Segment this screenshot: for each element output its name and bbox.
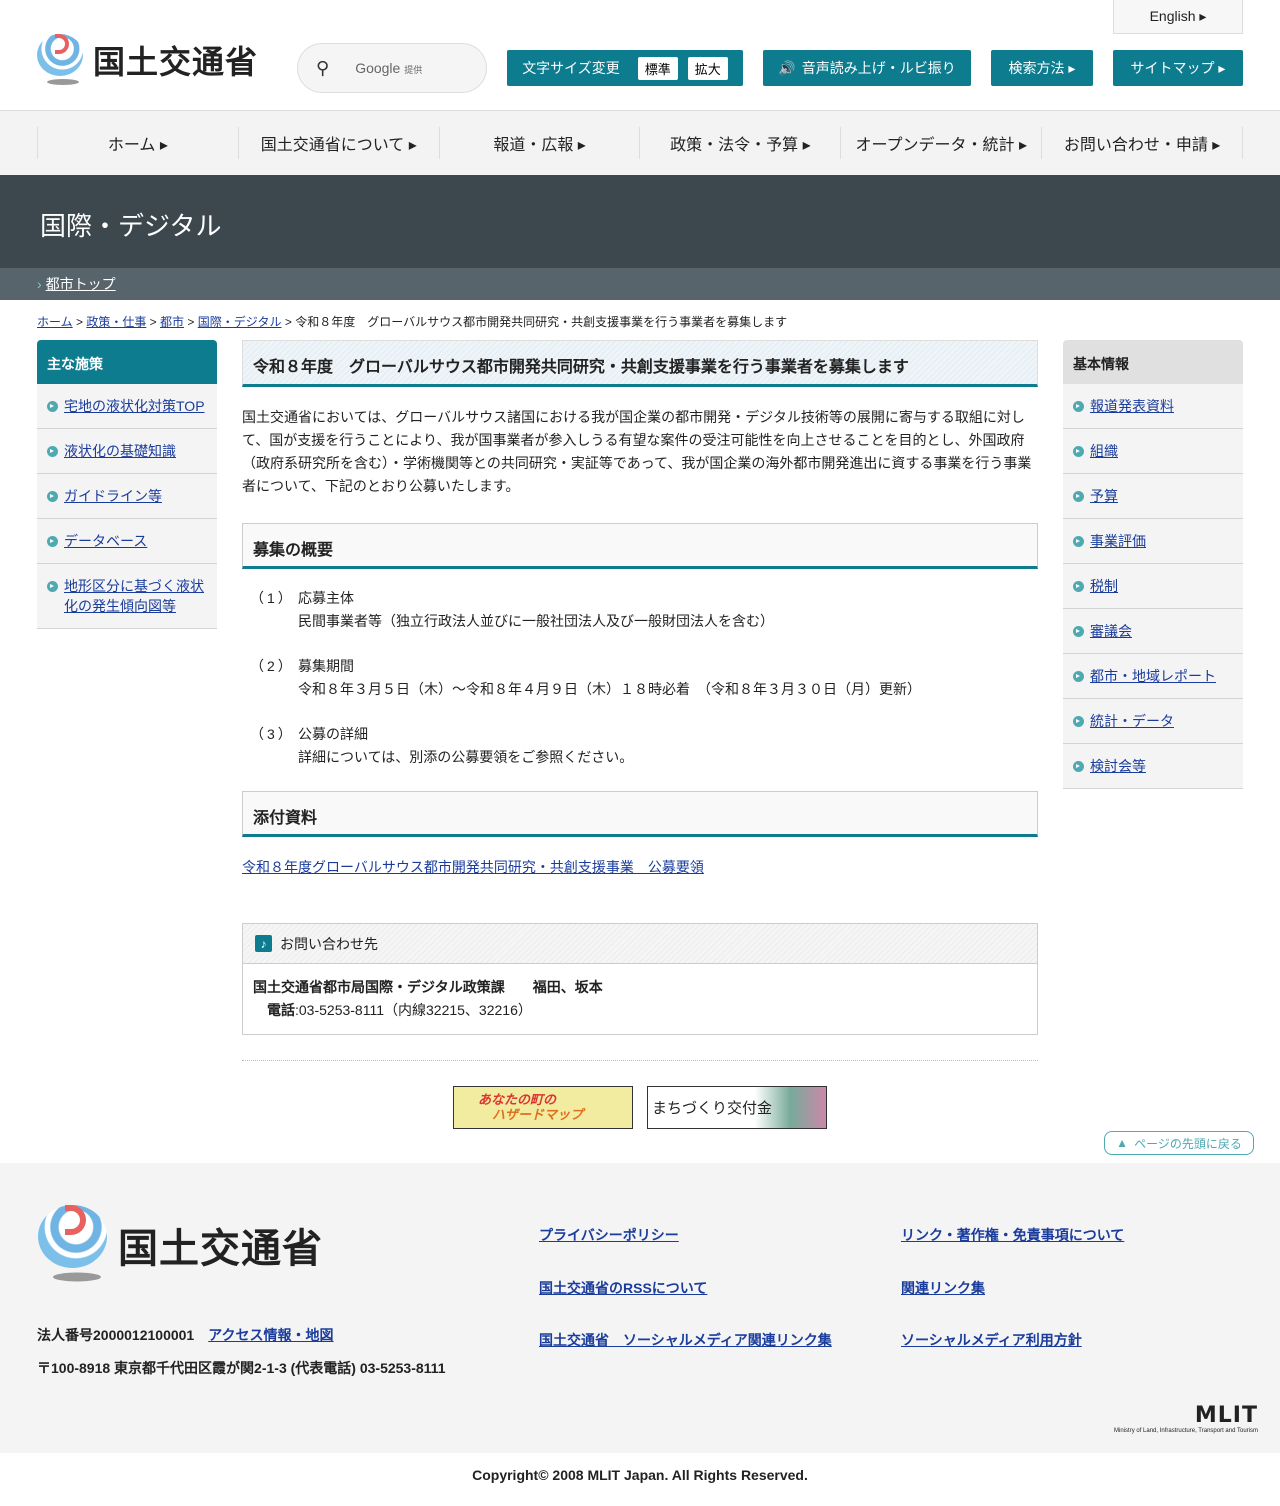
- arrow-circle-icon: [1073, 671, 1084, 682]
- section-heading-overview: 募集の概要: [242, 523, 1038, 569]
- font-large-button[interactable]: 拡大: [687, 56, 728, 80]
- header: 国土交通省 ⚲ Google 提供 English ▸ 文字サイズ変更 標準 拡…: [0, 0, 1280, 111]
- footer: 国土交通省 法人番号2000012100001 アクセス情報・地図 〒100-8…: [0, 1163, 1280, 1453]
- arrow-circle-icon: [1073, 536, 1084, 547]
- font-standard-button[interactable]: 標準: [637, 56, 678, 80]
- attachment-link[interactable]: 令和８年度グローバルサウス都市開発共同研究・共創支援事業 公募要領: [242, 859, 704, 875]
- sidebar-item[interactable]: 報道発表資料: [1063, 384, 1243, 429]
- speaker-icon: 🔊: [778, 59, 796, 76]
- sidebar-item[interactable]: 統計・データ: [1063, 699, 1243, 744]
- sidebar-item[interactable]: 審議会: [1063, 609, 1243, 654]
- access-map-link[interactable]: アクセス情報・地図: [208, 1327, 333, 1343]
- breadcrumb-home[interactable]: ホーム: [37, 315, 73, 329]
- arrow-circle-icon: [47, 446, 58, 457]
- breadcrumb-policy[interactable]: 政策・仕事: [86, 315, 146, 329]
- sidebar-item[interactable]: 都市・地域レポート: [1063, 654, 1243, 699]
- breadcrumb-current: 令和８年度 グローバルサウス都市開発共同研究・共創支援事業を行う事業者を募集しま…: [295, 315, 788, 329]
- sidebar-item[interactable]: 事業評価: [1063, 519, 1243, 564]
- arrow-circle-icon: [1073, 401, 1084, 412]
- sidebar-item[interactable]: 組織: [1063, 429, 1243, 474]
- page-title: 令和８年度 グローバルサウス都市開発共同研究・共創支援事業を行う事業者を募集しま…: [242, 340, 1038, 387]
- hazard-map-banner[interactable]: あなたの町の ハザードマップ: [453, 1086, 633, 1129]
- arrow-circle-icon: [47, 401, 58, 412]
- address: 〒100-8918 東京都千代田区霞が関2-1-3 (代表電話) 03-5253…: [37, 1360, 446, 1376]
- sidebar-item[interactable]: 地形区分に基づく液状化の発生傾向図等: [37, 564, 217, 629]
- sidebar-item[interactable]: データベース: [37, 519, 217, 564]
- mlit-logo[interactable]: 国土交通省: [37, 34, 258, 86]
- right-sidebar: 基本情報 報道発表資料 組織 予算 事業評価 税制 審議会 都市・地域レポート …: [1063, 340, 1243, 1129]
- arrow-circle-icon: [1073, 446, 1084, 457]
- footer-link[interactable]: ソーシャルメディア利用方針: [901, 1330, 1082, 1350]
- nav-policy[interactable]: 政策・法令・予算 ▸: [639, 127, 840, 159]
- arrow-circle-icon: [1073, 761, 1084, 772]
- arrow-circle-icon: [1073, 626, 1084, 637]
- section-heading-attachments: 添付資料: [242, 791, 1038, 837]
- nav-opendata[interactable]: オープンデータ・統計 ▸: [840, 127, 1041, 159]
- sidebar-item[interactable]: 税制: [1063, 564, 1243, 609]
- footer-link[interactable]: プライバシーポリシー: [539, 1225, 679, 1245]
- sitemap-button[interactable]: サイトマップ ▸: [1113, 50, 1243, 86]
- font-size-control: 文字サイズ変更 標準 拡大: [507, 50, 743, 86]
- list-item: （2） 募集期間 令和８年３月５日（木）～令和８年４月９日（木）１８時必着 （令和８…: [250, 658, 921, 697]
- arrow-up-circle-icon: ▲: [1116, 1136, 1129, 1150]
- main-content: 令和８年度 グローバルサウス都市開発共同研究・共創支援事業を行う事業者を募集しま…: [242, 340, 1038, 1129]
- sidebar-item[interactable]: ガイドライン等: [37, 474, 217, 519]
- city-top-link[interactable]: 都市トップ: [46, 276, 116, 292]
- arrow-circle-icon: [47, 536, 58, 547]
- arrow-circle-icon: [47, 581, 58, 592]
- chevron-right-icon: ›: [37, 276, 42, 292]
- search-icon: ⚲: [316, 57, 330, 78]
- sidebar-item[interactable]: 予算: [1063, 474, 1243, 519]
- breadcrumb: ホーム > 政策・仕事 > 都市 > 国際・デジタル > 令和８年度 グローバル…: [37, 315, 788, 329]
- overview-list: （1） 応募主体 民間事業者等（独立行政法人並びに一般社団法人及び一般財団法人を含む…: [242, 569, 1038, 769]
- divider: [242, 1060, 1038, 1061]
- footer-link[interactable]: リンク・著作権・免責事項について: [901, 1225, 1124, 1245]
- nav-home[interactable]: ホーム ▸: [37, 127, 238, 159]
- left-sidebar-title: 主な施策: [37, 340, 217, 384]
- logo-mark-icon: [37, 34, 85, 86]
- intro-text: 国土交通省においては、グローバルサウス諸国における我が国企業の都市開発・デジタル…: [242, 409, 1032, 494]
- right-sidebar-title: 基本情報: [1063, 340, 1243, 384]
- arrow-circle-icon: [1073, 491, 1084, 502]
- footer-logo: 国土交通省: [38, 1205, 323, 1285]
- list-item: （1） 応募主体 民間事業者等（独立行政法人並びに一般社団法人及び一般財団法人を含む…: [250, 590, 774, 629]
- english-button[interactable]: English ▸: [1113, 0, 1243, 34]
- left-sidebar: 主な施策 宅地の液状化対策TOP 液状化の基礎知識 ガイドライン等 データベース…: [37, 340, 217, 1129]
- page-category-title: 国際・デジタル: [0, 175, 1280, 268]
- breadcrumb-city[interactable]: 都市: [160, 315, 184, 329]
- global-nav: ホーム ▸ 国土交通省について ▸ 報道・広報 ▸ 政策・法令・予算 ▸ オープ…: [0, 111, 1280, 175]
- logo-mark-icon: [38, 1205, 146, 1325]
- footer-link[interactable]: 国土交通省 ソーシャルメディア関連リンク集: [539, 1330, 832, 1350]
- contact-box: ♪ お問い合わせ先 国土交通省都市局国際・デジタル政策課 福田、坂本 電話:03-…: [242, 923, 1038, 1035]
- phone-icon: ♪: [255, 935, 272, 952]
- mlit-wordmark: MLIT Ministry of Land, Infrastructure, Tr…: [1114, 1403, 1258, 1434]
- nav-contact[interactable]: お問い合わせ・申請 ▸: [1041, 127, 1243, 159]
- arrow-circle-icon: [47, 491, 58, 502]
- arrow-circle-icon: [1073, 581, 1084, 592]
- nav-about[interactable]: 国土交通省について ▸: [237, 127, 439, 159]
- arrow-circle-icon: [1073, 716, 1084, 727]
- speech-button[interactable]: 🔊 音声読み上げ・ルビ振り: [763, 50, 971, 86]
- footer-link[interactable]: 国土交通省のRSSについて: [539, 1278, 707, 1298]
- back-to-top-button[interactable]: ▲ ページの先頭に戻る: [1104, 1131, 1254, 1155]
- copyright: Copyright© 2008 MLIT Japan. All Rights R…: [472, 1467, 808, 1483]
- breadcrumb-intl[interactable]: 国際・デジタル: [198, 315, 282, 329]
- sidebar-item[interactable]: 検討会等: [1063, 744, 1243, 789]
- search-method-button[interactable]: 検索方法 ▸: [991, 50, 1093, 86]
- search-input[interactable]: ⚲ Google 提供: [297, 43, 487, 93]
- footer-link[interactable]: 関連リンク集: [901, 1278, 985, 1298]
- list-item: （3） 公募の詳細 詳細については、別添の公募要領をご参照ください。: [250, 726, 634, 765]
- sidebar-item[interactable]: 液状化の基礎知識: [37, 429, 217, 474]
- nav-press[interactable]: 報道・広報 ▸: [438, 127, 640, 159]
- sidebar-item[interactable]: 宅地の液状化対策TOP: [37, 384, 217, 429]
- machizukuri-grant-banner[interactable]: まちづくり交付金: [647, 1086, 827, 1129]
- sub-nav: › 都市トップ: [0, 268, 1280, 300]
